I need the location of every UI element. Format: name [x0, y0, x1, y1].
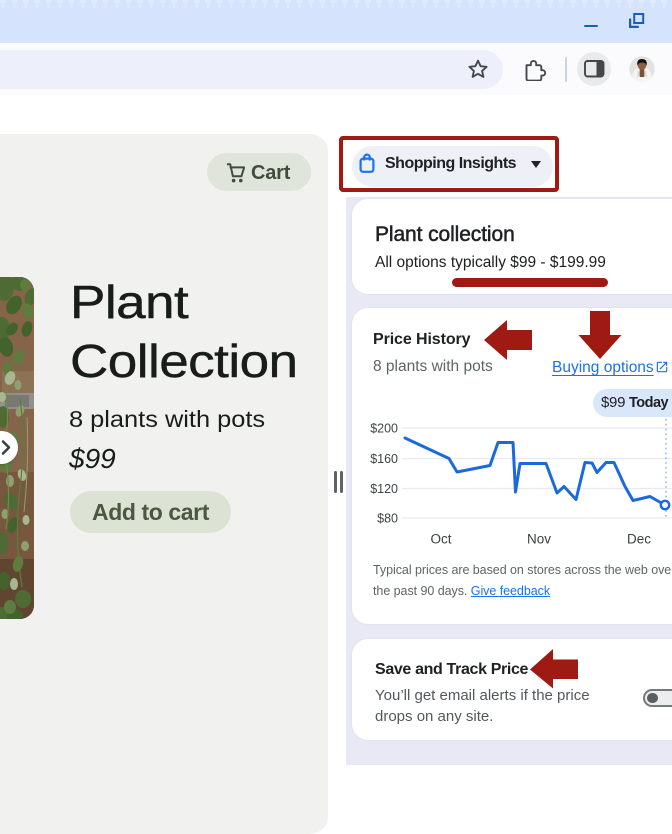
svg-text:$120: $120	[370, 482, 398, 496]
svg-text:Dec: Dec	[627, 532, 651, 547]
svg-text:Oct: Oct	[430, 532, 451, 547]
svg-text:Nov: Nov	[527, 532, 551, 547]
svg-text:$200: $200	[370, 422, 398, 436]
svg-text:$80: $80	[377, 512, 398, 526]
svg-text:$160: $160	[370, 452, 398, 466]
